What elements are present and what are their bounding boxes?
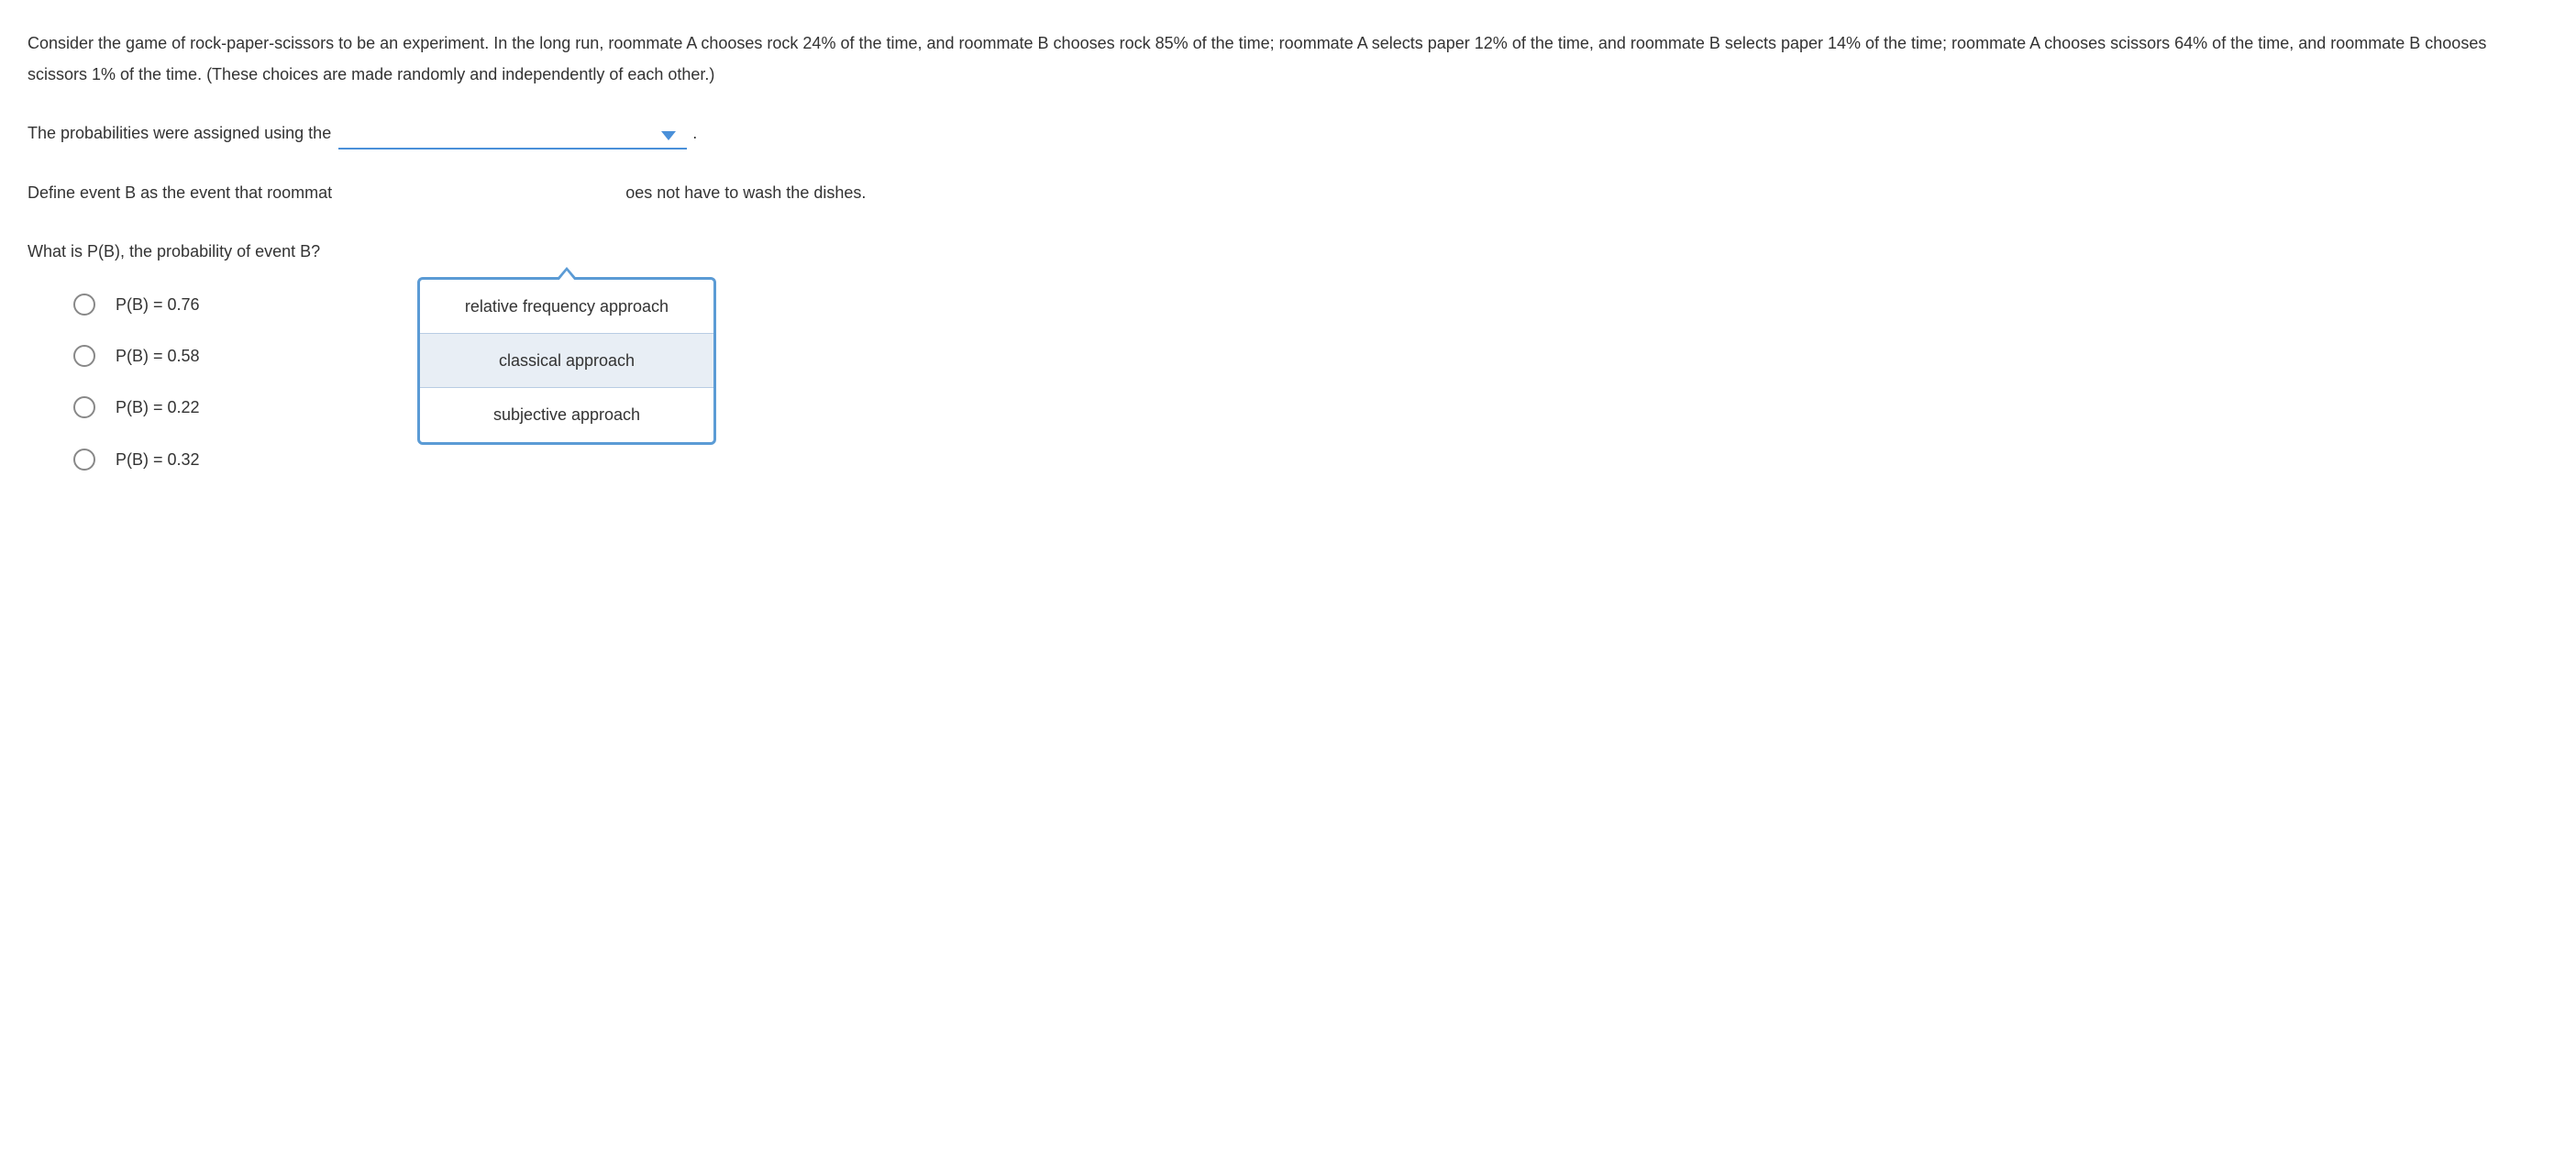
prompt-suffix: . [692,117,697,149]
radio-icon [73,294,95,316]
sub-question: What is P(B), the probability of event B… [28,236,2548,267]
radio-icon [73,449,95,471]
dropdown-option[interactable]: subjective approach [420,388,713,441]
dropdown-option[interactable]: classical approach [420,334,713,388]
define-right: oes not have to wash the dishes. [625,183,866,202]
radio-icon [73,345,95,367]
prompt-prefix: The probabilities were assigned using th… [28,117,331,149]
define-left: Define event B as the event that roommat [28,183,332,202]
radio-icon [73,396,95,418]
define-event-text: Define event B as the event that roommat… [28,177,2548,208]
dropdown-field[interactable] [338,126,687,150]
dropdown-prompt-line: The probabilities were assigned using th… [28,117,2548,149]
answer-label: P(B) = 0.76 [116,289,200,320]
answer-option[interactable]: P(B) = 0.32 [73,444,2548,475]
question-intro: Consider the game of rock-paper-scissors… [28,28,2548,90]
dropdown-popover: relative frequency approach classical ap… [417,277,716,445]
answer-label: P(B) = 0.58 [116,340,200,371]
answer-label: P(B) = 0.32 [116,444,200,475]
answer-label: P(B) = 0.22 [116,392,200,423]
dropdown-option[interactable]: relative frequency approach [420,280,713,334]
chevron-down-icon [661,131,676,140]
